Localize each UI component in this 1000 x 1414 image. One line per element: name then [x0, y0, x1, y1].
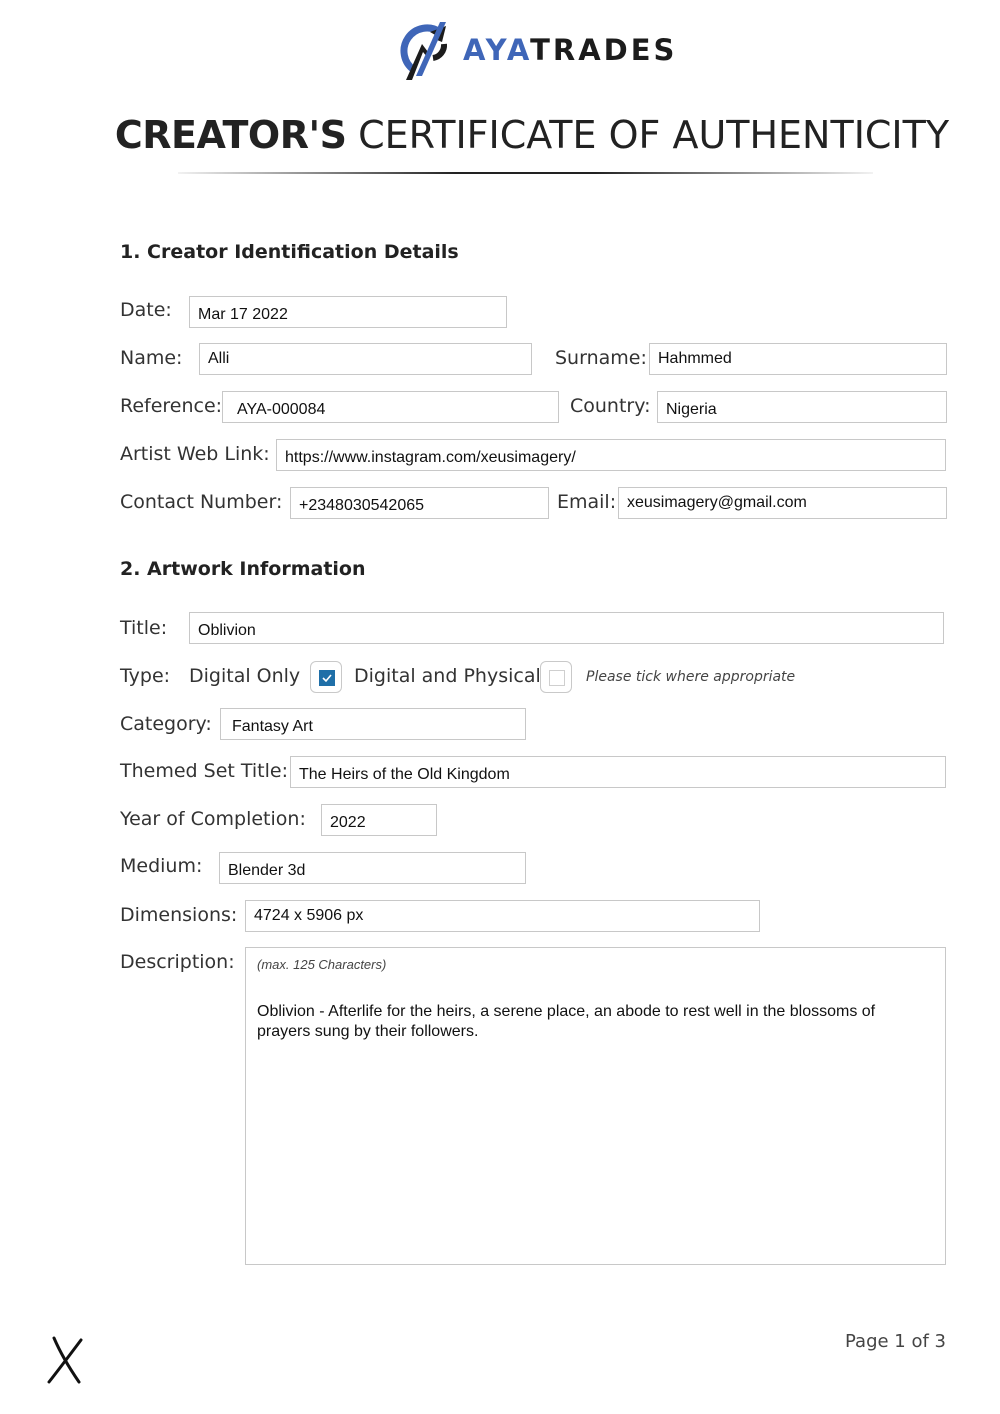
- contact-field[interactable]: +2348030542065: [290, 487, 549, 519]
- themed-set-field[interactable]: The Heirs of the Old Kingdom: [290, 756, 946, 788]
- reference-field[interactable]: AYA-000084: [222, 391, 559, 423]
- surname-label: Surname:: [555, 347, 647, 369]
- title-divider: [178, 172, 873, 174]
- description-textarea[interactable]: (max. 125 Characters) Oblivion - Afterli…: [245, 947, 946, 1265]
- check-icon: [322, 674, 332, 683]
- description-label: Description:: [120, 951, 235, 973]
- themed-set-label: Themed Set Title:: [120, 760, 288, 782]
- checkbox-checked-indicator: [319, 670, 335, 686]
- document-title-bold: CREATOR'S: [114, 113, 347, 157]
- email-label: Email:: [557, 491, 617, 513]
- description-hint: (max. 125 Characters): [257, 957, 387, 972]
- digital-only-checkbox[interactable]: [310, 661, 342, 693]
- medium-field[interactable]: Blender 3d: [219, 852, 526, 884]
- country-label: Country:: [570, 395, 651, 417]
- brand-name-trades: TRADES: [530, 33, 678, 67]
- web-link-label: Artist Web Link:: [120, 443, 270, 465]
- type-label: Type:: [120, 665, 171, 687]
- date-field[interactable]: Mar 17 2022: [189, 296, 507, 328]
- country-field[interactable]: Nigeria: [657, 391, 947, 423]
- category-label: Category:: [120, 713, 212, 735]
- title-label: Title:: [120, 617, 168, 639]
- section-heading-creator: 1. Creator Identification Details: [120, 241, 459, 263]
- email-field[interactable]: xeusimagery@gmail.com: [618, 487, 947, 519]
- web-link-field[interactable]: https://www.instagram.com/xeusimagery/: [276, 439, 946, 471]
- type-hint: Please tick where appropriate: [586, 669, 796, 685]
- date-label: Date:: [120, 299, 172, 321]
- surname-field[interactable]: Hahmmed: [649, 343, 947, 375]
- medium-label: Medium:: [120, 855, 203, 877]
- document-title: CREATOR'S CERTIFICATE OF AUTHENTICITY: [0, 112, 1000, 158]
- dimensions-field[interactable]: 4724 x 5906 px: [245, 900, 760, 932]
- page-number: Page 1 of 3: [845, 1331, 946, 1352]
- digital-and-physical-checkbox[interactable]: [540, 661, 572, 693]
- category-field[interactable]: Fantasy Art: [220, 708, 526, 740]
- reference-label: Reference:: [120, 395, 223, 417]
- checkbox-empty-indicator: [549, 670, 565, 686]
- year-field[interactable]: 2022: [321, 804, 437, 836]
- document-title-light: CERTIFICATE OF AUTHENTICITY: [358, 113, 950, 157]
- brand-name-aya: AYA: [463, 33, 531, 67]
- contact-label: Contact Number:: [120, 491, 283, 513]
- dimensions-label: Dimensions:: [120, 904, 238, 926]
- title-field[interactable]: Oblivion: [189, 612, 944, 644]
- section-heading-artwork: 2. Artwork Information: [120, 558, 366, 580]
- name-label: Name:: [120, 347, 183, 369]
- signature-x-mark: [46, 1336, 88, 1384]
- type-option-digital-physical-label: Digital and Physical: [354, 665, 541, 687]
- type-option-digital-only-label: Digital Only: [189, 665, 301, 687]
- name-field[interactable]: Alli: [199, 343, 532, 375]
- ayatrades-logo-icon: [400, 18, 454, 84]
- brand-wordmark: AYATRADES: [463, 32, 677, 68]
- year-label: Year of Completion:: [120, 808, 306, 830]
- description-value: Oblivion - Afterlife for the heirs, a se…: [257, 1003, 876, 1040]
